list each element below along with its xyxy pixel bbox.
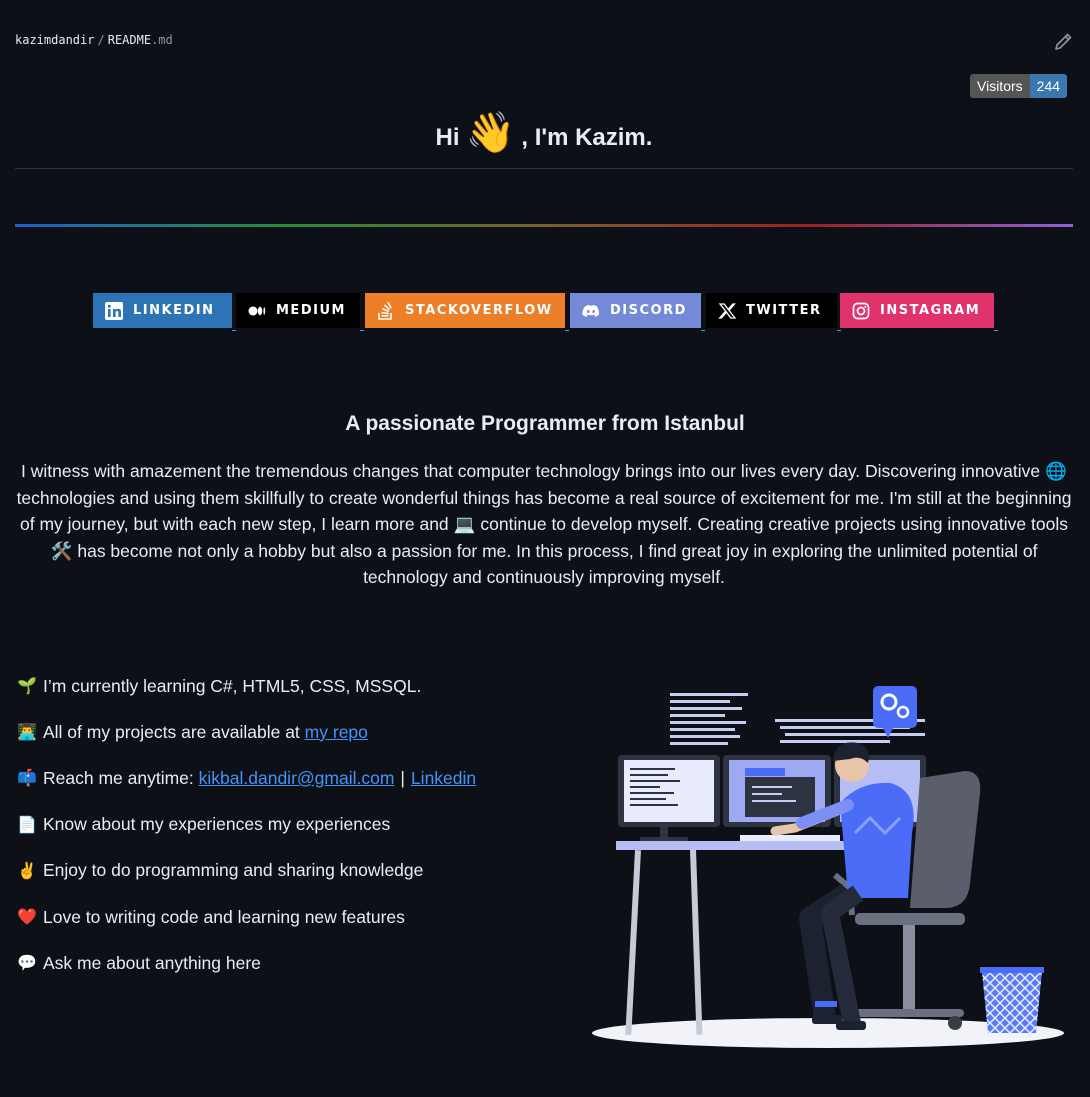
seedling-icon: 🌱 bbox=[17, 678, 37, 696]
heart-icon: ❤️ bbox=[17, 909, 37, 927]
list-item: 📫 Reach me anytime: kikbal.dandir@gmail.… bbox=[17, 755, 476, 801]
linkedin-badge[interactable]: LINKEDIN bbox=[93, 293, 236, 331]
badge-label: TWITTER bbox=[746, 303, 822, 318]
badge-label: LINKEDIN bbox=[133, 303, 215, 318]
visitors-count: 244 bbox=[1029, 74, 1068, 98]
intro-text: has become not only a hobby but also a p… bbox=[77, 540, 1038, 588]
medium-badge[interactable]: MEDIUM bbox=[236, 293, 364, 331]
rainbow-divider bbox=[15, 224, 1073, 227]
list-item-text: All of my projects are available at bbox=[43, 721, 300, 742]
badge-label: STACKOVERFLOW bbox=[405, 303, 553, 318]
mailbox-icon: 📫 bbox=[17, 770, 37, 788]
file-name: README bbox=[107, 33, 152, 47]
intro-text: continue to develop myself. Creating cre… bbox=[480, 514, 1068, 534]
globe-icon: 🌐 bbox=[1045, 461, 1067, 481]
about-list: 🌱 I’m currently learning C#, HTML5, CSS,… bbox=[17, 663, 476, 986]
badge-label: DISCORD bbox=[610, 303, 687, 318]
repo-link[interactable]: my repo bbox=[305, 722, 368, 743]
document-icon: 📄 bbox=[17, 816, 37, 834]
stackoverflow-icon bbox=[378, 301, 392, 320]
list-item-text: Ask me about anything here bbox=[43, 952, 261, 973]
discord-icon bbox=[582, 304, 600, 317]
link-separator: | bbox=[400, 767, 405, 788]
list-item: 📄 Know about my experiences my experienc… bbox=[17, 802, 476, 848]
visitors-badge: Visitors 244 bbox=[970, 74, 1068, 98]
badge-label: INSTAGRAM bbox=[880, 303, 981, 318]
list-item: 🌱 I’m currently learning C#, HTML5, CSS,… bbox=[17, 663, 476, 709]
file-extension: .md bbox=[151, 33, 173, 47]
instagram-badge[interactable]: INSTAGRAM bbox=[840, 293, 998, 331]
medium-icon bbox=[248, 306, 266, 315]
list-item: 👨‍💻 All of my projects are available at … bbox=[17, 709, 476, 755]
waving-hand-icon: 👋 bbox=[465, 110, 516, 155]
edit-file-button[interactable] bbox=[1051, 30, 1075, 54]
linkedin-icon bbox=[105, 301, 123, 320]
list-item-text: Enjoy to do programming and sharing know… bbox=[43, 860, 424, 881]
email-link[interactable]: kikbal.dandir@gmail.com bbox=[199, 768, 395, 789]
stackoverflow-badge[interactable]: STACKOVERFLOW bbox=[365, 293, 569, 331]
repo-owner[interactable]: kazimdandir bbox=[15, 33, 94, 47]
technologist-icon: 👨‍💻 bbox=[17, 724, 37, 742]
linkedin-link[interactable]: Linkedin bbox=[411, 768, 476, 789]
laptop-icon: 💻 bbox=[453, 514, 476, 534]
victory-hand-icon: ✌️ bbox=[17, 862, 37, 880]
intro-text: I witness with amazement the tremendous … bbox=[21, 461, 1041, 481]
breadcrumb: kazimdandir / README.md bbox=[15, 33, 173, 47]
x-icon bbox=[718, 302, 736, 319]
pencil-icon bbox=[1055, 33, 1072, 50]
list-item-text: I’m currently learning C#, HTML5, CSS, M… bbox=[43, 675, 422, 696]
speech-bubble-icon: 💬 bbox=[17, 955, 37, 973]
breadcrumb-separator: / bbox=[97, 33, 105, 47]
page-title: Hi 👋 , I'm Kazim. bbox=[15, 108, 1073, 169]
list-item: ❤️ Love to writing code and learning new… bbox=[17, 894, 476, 940]
programmer-illustration bbox=[592, 686, 1064, 1048]
list-item: 💬 Ask me about anything here bbox=[17, 940, 476, 986]
intro-paragraph: I witness with amazement the tremendous … bbox=[15, 458, 1073, 591]
instagram-icon bbox=[852, 302, 870, 319]
list-item-text: Know about my experiences my experiences bbox=[43, 814, 391, 835]
list-item-text: Reach me anytime: bbox=[43, 767, 194, 788]
twitter-badge[interactable]: TWITTER bbox=[706, 293, 841, 331]
discord-badge[interactable]: DISCORD bbox=[570, 293, 705, 331]
greeting-text: Hi bbox=[435, 124, 460, 151]
greeting-name: , I'm Kazim. bbox=[521, 124, 653, 151]
list-item-text: Love to writing code and learning new fe… bbox=[43, 906, 405, 927]
badge-label: MEDIUM bbox=[276, 303, 346, 318]
visitors-label: Visitors bbox=[970, 74, 1030, 98]
list-item: ✌️ Enjoy to do programming and sharing k… bbox=[17, 848, 476, 894]
tools-icon: 🛠️ bbox=[50, 540, 73, 561]
section-heading: A passionate Programmer from Istanbul bbox=[345, 412, 745, 435]
